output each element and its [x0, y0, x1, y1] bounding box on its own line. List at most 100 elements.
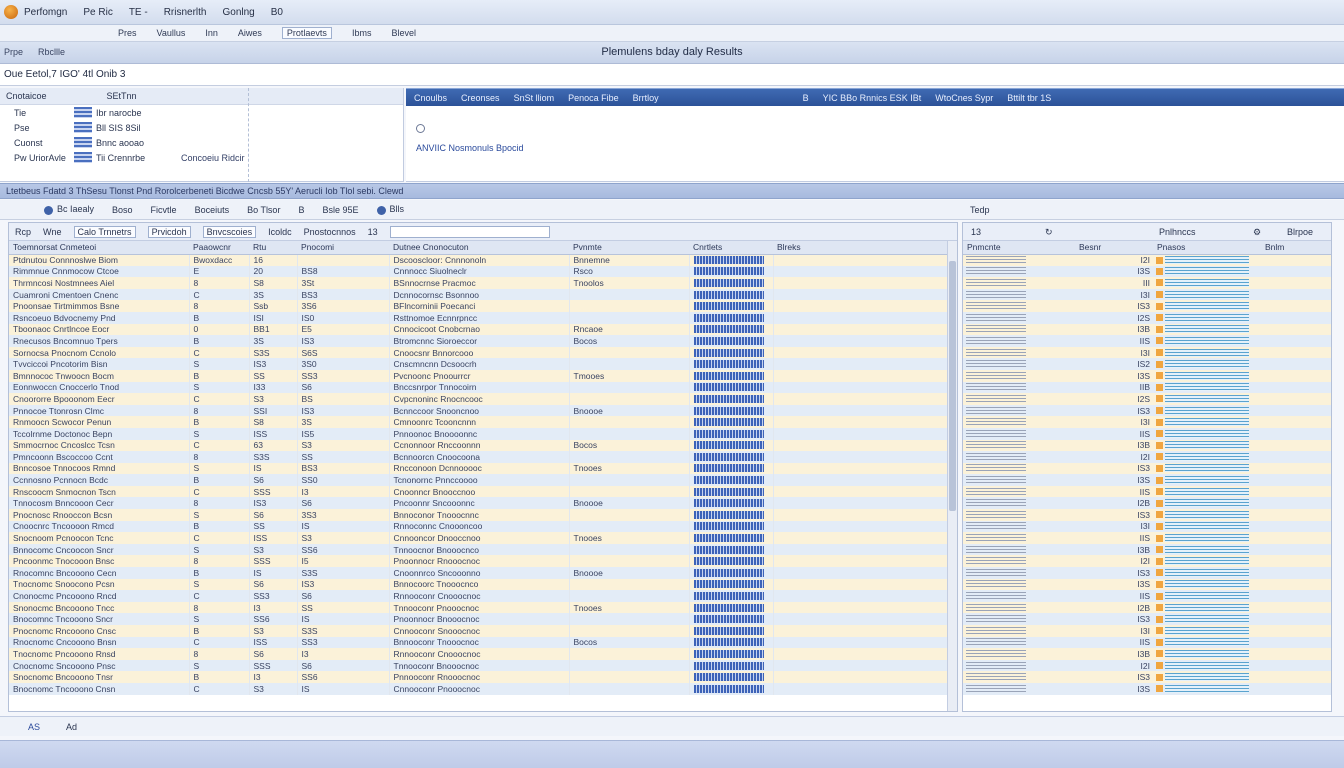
- query-text[interactable]: Oue Eetol,7 IGO' 4tl Onib 3: [4, 69, 125, 80]
- side-row[interactable]: IS3: [963, 613, 1331, 625]
- side-row[interactable]: I3B: [963, 439, 1331, 452]
- side-row[interactable]: I3I: [963, 346, 1331, 359]
- col-header[interactable]: Blreks: [773, 241, 949, 255]
- filter-item-8[interactable]: Blls: [376, 204, 404, 215]
- side-row[interactable]: I3B: [963, 323, 1331, 336]
- summary-row[interactable]: Pw UriorAvle Tii Crennrbe Concoeiu Ridci…: [0, 150, 403, 165]
- table-row[interactable]: Bnocomnc Tncooono Sncr S SS6 IS Pnoonnocr Bn…: [9, 613, 950, 625]
- table-row[interactable]: Ccnnosno Pcnnocn Bcdc B S6 SS0 Tcnonornc Pnn…: [9, 474, 950, 486]
- gear-icon[interactable]: ⚙: [1253, 227, 1261, 238]
- table-row[interactable]: Tvvciccoi Pncotorim Bisn S IS3 3S0 Cnscmncnn…: [9, 358, 950, 370]
- side-row[interactable]: IIS: [963, 485, 1331, 498]
- table-row[interactable]: Tnnocosm Bnncooon Cecr 8 IS3 S6 Pncoonnr Snc…: [9, 497, 950, 510]
- filter-item-7[interactable]: Bsle 95E: [322, 205, 358, 215]
- bottom-tab-1[interactable]: AS: [28, 722, 40, 732]
- table-row[interactable]: Cnocnomc Sncooono Pnsc S SSS S6 Tnnooconr Bn…: [9, 659, 950, 672]
- table-row[interactable]: Rsncoeuo Bdvocnemy Pnd B ISI IS0 Rsttnomoe E…: [9, 311, 950, 324]
- table-row[interactable]: Tnocnomc Pncooono Rnsd 8 S6 I3 Rnnooconr Cno…: [9, 648, 950, 660]
- table-row[interactable]: Rnscoocm Snmocnon Tscn C SSS I3 Cnoonncr Bno…: [9, 485, 950, 498]
- filter-item-3[interactable]: Ficvtle: [151, 205, 177, 215]
- menu-item-3[interactable]: TE -: [129, 7, 148, 18]
- grid-tool-2[interactable]: Wne: [43, 227, 62, 237]
- grid-tool-5[interactable]: Bnvcscoies: [202, 225, 257, 238]
- side-row[interactable]: IIS: [963, 590, 1331, 602]
- side-tool-2[interactable]: Pnlhnccs: [1159, 227, 1196, 237]
- bottom-tab-2[interactable]: Ad: [66, 722, 77, 732]
- grid-scrollbar[interactable]: [947, 241, 957, 711]
- filter-item-6[interactable]: B: [298, 205, 304, 215]
- toolbar-button-7[interactable]: Blevel: [391, 28, 416, 38]
- side-tool-1[interactable]: 13: [971, 227, 981, 237]
- side-row[interactable]: I3I: [963, 416, 1331, 428]
- menu-item-2[interactable]: Pe Ric: [83, 7, 112, 18]
- table-row[interactable]: Pncoonmc Tnocooon Bnsc 8 SSS I5 Pnoonnocr Rn…: [9, 555, 950, 568]
- side-row[interactable]: IS3: [963, 567, 1331, 579]
- query-bar[interactable]: Oue Eetol,7 IGO' 4tl Onib 3: [0, 64, 1344, 86]
- side-row[interactable]: I3I: [963, 288, 1331, 301]
- side-col-header[interactable]: Pnmcnte: [963, 241, 1075, 255]
- side-row[interactable]: IIS: [963, 335, 1331, 347]
- summary-scrollbar[interactable]: [248, 88, 254, 182]
- table-row[interactable]: Pnocnosc Rnooccon Bcsn S S6 3S3 Bnnoconor Tn…: [9, 509, 950, 521]
- filter-item-5[interactable]: Bo Tlsor: [247, 205, 280, 215]
- table-row[interactable]: Pnoonsae Tirtmimmos Bsne 8 Ssb 3S6 BFlncorni…: [9, 300, 950, 312]
- side-row[interactable]: III: [963, 277, 1331, 289]
- side-row[interactable]: IIS: [963, 427, 1331, 440]
- side-row[interactable]: IS3: [963, 509, 1331, 521]
- table-row[interactable]: Snocnoom Pcnoocon Tcnc C ISS S3 Cnnooncor Dn…: [9, 532, 950, 544]
- menu-item-6[interactable]: B0: [271, 7, 283, 18]
- side-row[interactable]: I3B: [963, 648, 1331, 660]
- table-row[interactable]: Pmncoonn Bscoccoo Ccnt 8 S3S SS Bcnnoorcn Cn…: [9, 451, 950, 463]
- table-row[interactable]: Tnocnomc Snoocono Pcsn S S6 IS3 Bnnocoorc Tn…: [9, 578, 950, 591]
- side-col-header[interactable]: Besnr: [1075, 241, 1153, 255]
- toolbar-button-3[interactable]: Inn: [205, 28, 218, 38]
- table-row[interactable]: Cnoocnrc Tncoooon Rmcd B SS IS Rnnoconnc Cno…: [9, 520, 950, 533]
- side-row[interactable]: I2B: [963, 601, 1331, 614]
- side-row[interactable]: IIS: [963, 636, 1331, 649]
- table-row[interactable]: Cnoororre Bpooonom Eecr C S3 BS Cvpcnoninc R…: [9, 393, 950, 405]
- detail-header-9[interactable]: Bttilt tbr 1S: [1007, 93, 1051, 103]
- grid-tool-8[interactable]: 13: [368, 227, 378, 237]
- menu-item-1[interactable]: Perfomgn: [24, 7, 67, 18]
- table-row[interactable]: Pnnocoe Ttonrosn Clmc 8 SSI IS3 Bcnnccoor Sn…: [9, 404, 950, 417]
- side-row[interactable]: I2S: [963, 393, 1331, 405]
- grid-tool-4[interactable]: Prvicdoh: [147, 225, 191, 238]
- table-row[interactable]: Snocnomc Bncooono Tnsr B I3 SS6 Pnnooconr Rn…: [9, 671, 950, 683]
- table-row[interactable]: Sornocsa Pnocnom Ccnolo C S3S S6S Cnoocsnr B…: [9, 346, 950, 359]
- summary-row[interactable]: Cuonst Bnnc aooao: [0, 135, 403, 150]
- toolbar-button-4[interactable]: Aiwes: [238, 28, 262, 38]
- detail-header-3[interactable]: SnSt lliom: [514, 93, 555, 103]
- side-row[interactable]: I2I: [963, 451, 1331, 463]
- side-row[interactable]: IS2: [963, 358, 1331, 370]
- table-row[interactable]: Cuamroni Cmentoen Cnenc C 3S BS3 Dcnnocornsc…: [9, 288, 950, 301]
- side-row[interactable]: I2S: [963, 311, 1331, 324]
- col-header[interactable]: Cnrtlets: [689, 241, 773, 255]
- table-row[interactable]: Rimmnue Cnnmocow Ctcoe E 20 BS8 Cnnnocc Siuo…: [9, 265, 950, 278]
- refresh-icon[interactable]: ↻: [1045, 227, 1053, 238]
- side-row[interactable]: I3S: [963, 578, 1331, 591]
- detail-header-8[interactable]: WtoCnes Sypr: [935, 93, 993, 103]
- grid-tool-3[interactable]: Calo Trnnetrs: [73, 225, 136, 238]
- side-row[interactable]: I2I: [963, 659, 1331, 672]
- filter-item-1[interactable]: Bc Iaealy: [44, 204, 94, 215]
- detail-header-5[interactable]: Brrtloy: [633, 93, 659, 103]
- detail-header-6[interactable]: B: [803, 93, 809, 103]
- help-label[interactable]: Tedp: [970, 205, 990, 215]
- detail-link[interactable]: ANVIIC Nosmonuls Bpocid: [416, 143, 1334, 153]
- detail-header-2[interactable]: Creonses: [461, 93, 500, 103]
- table-row[interactable]: Rnocnomc Cncooono Bnsn C ISS SS3 Bnnooconr T…: [9, 636, 950, 649]
- side-row[interactable]: IS3: [963, 404, 1331, 417]
- side-col-header[interactable]: Pnasos: [1153, 241, 1261, 255]
- side-row[interactable]: IS3: [963, 300, 1331, 312]
- col-header[interactable]: Rtu: [249, 241, 297, 255]
- table-row[interactable]: Tboonaoc Cnrtlncoe Eocr 0 BB1 E5 Cnnocicoot …: [9, 323, 950, 336]
- grid-tool-1[interactable]: Rcp: [15, 227, 31, 237]
- toolbar-button-2[interactable]: Vaullus: [157, 28, 186, 38]
- grid-tool-6[interactable]: Icoldc: [268, 227, 292, 237]
- detail-header-1[interactable]: Cnoulbs: [414, 93, 447, 103]
- side-col-header[interactable]: Bnlm: [1261, 241, 1331, 255]
- grid-search-input[interactable]: [389, 225, 550, 238]
- menu-item-5[interactable]: Gonlng: [223, 7, 255, 18]
- table-row[interactable]: Smmocrnoc Cncoslcc Tcsn C 63 S3 Ccnonnoor Rn…: [9, 439, 950, 452]
- filter-item-2[interactable]: Boso: [112, 205, 133, 215]
